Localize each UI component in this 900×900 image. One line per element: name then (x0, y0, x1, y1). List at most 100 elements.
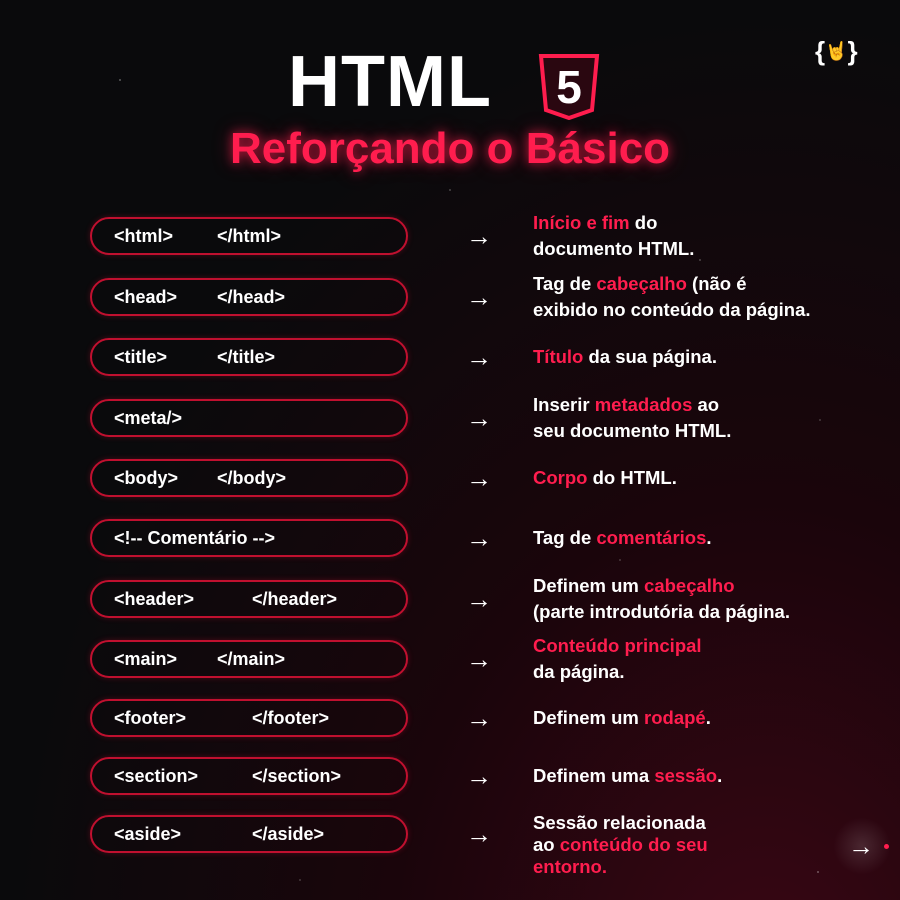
arrow-right-icon: → (466, 221, 492, 251)
tag-pill: <body> </body> (90, 459, 408, 497)
description-text: do (629, 212, 658, 233)
tag-pill: <title> </title> (90, 338, 408, 376)
description-line: Inserir metadados ao (533, 392, 731, 418)
description-text: documento HTML. (533, 238, 695, 259)
highlighted-text: Título (533, 346, 584, 367)
tag-description: Sessão relacionada ao conteúdo do seu ento… (533, 812, 708, 878)
highlighted-text: cabeçalho (644, 575, 735, 596)
tag-description: Início e fim do documento HTML. (533, 210, 694, 262)
description-text: ao (533, 834, 560, 855)
opening-tag: <header> (114, 588, 195, 609)
opening-tag: <title> (114, 346, 168, 367)
description-text: . (705, 707, 711, 728)
tag-pill: <header> </header> (90, 580, 408, 618)
description-text: Sessão relacionada (533, 812, 706, 833)
opening-tag: <head> (114, 286, 178, 307)
opening-tag: <body> (114, 467, 179, 488)
arrow-right-icon: → (466, 703, 492, 733)
tag-description: Definem uma sessão. (533, 763, 722, 789)
page-subtitle: Reforçando o Básico (229, 124, 671, 173)
description-line: exibido no conteúdo da página. (533, 297, 811, 323)
highlighted-text: conteúdo do seu (559, 834, 708, 855)
opening-tag: <meta/> (114, 407, 183, 428)
closing-tag: </aside> (252, 823, 325, 844)
description-text: Inserir (533, 394, 595, 415)
description-text: do HTML. (587, 467, 677, 488)
tag-pill: <footer> </footer> (90, 699, 408, 737)
description-line: da página. (533, 659, 702, 685)
description-line: Tag de cabeçalho (não é (533, 271, 811, 297)
tag-pill: <aside> </aside> (90, 815, 408, 853)
description-text: da sua página. (583, 346, 717, 367)
description-line: Definem um rodapé. (533, 705, 711, 731)
arrow-right-icon: → (466, 463, 492, 493)
tag-pill: <!-- Comentário --> (90, 519, 408, 557)
arrow-right-icon: → (466, 523, 492, 553)
highlighted-text: rodapé (644, 707, 706, 728)
description-line: Tag de comentários. (533, 525, 712, 551)
highlighted-text: metadados (594, 394, 693, 415)
description-text: . (717, 765, 723, 786)
closing-tag: </title> (217, 346, 276, 367)
arrow-right-icon: → (466, 282, 492, 312)
description-line: ao conteúdo do seu (533, 834, 708, 856)
description-line: seu documento HTML. (533, 418, 731, 444)
description-text: Tag de (533, 527, 597, 548)
description-line: documento HTML. (533, 236, 694, 262)
tag-description: Definem um rodapé. (533, 705, 711, 731)
tag-description: Tag de cabeçalho (não é exibido no conteú… (533, 271, 811, 323)
description-text: Definem um (533, 707, 645, 728)
closing-tag: </head> (217, 286, 286, 307)
arrow-right-icon: → (466, 403, 492, 433)
tag-description: Corpo do HTML. (533, 465, 677, 491)
closing-tag: </main> (217, 648, 286, 669)
dot-icon (884, 844, 889, 849)
description-text: exibido no conteúdo da página. (533, 299, 811, 320)
brand-logo: {🤘} (815, 36, 858, 66)
highlighted-text: Conteúdo principal (533, 635, 702, 656)
description-text: da página. (533, 661, 625, 682)
opening-tag: <footer> (114, 707, 187, 728)
description-text: Tag de (533, 273, 597, 294)
opening-tag: <html> (114, 225, 174, 246)
description-line: Definem uma sessão. (533, 763, 722, 789)
arrow-right-icon: → (466, 761, 492, 791)
tag-pill: <section> </section> (90, 757, 408, 795)
tag-pill: <meta/> (90, 399, 408, 437)
description-text: ao (692, 394, 720, 415)
arrow-right-icon: → (466, 644, 492, 674)
description-text: seu documento HTML. (533, 420, 732, 441)
arrow-right-icon: → (466, 342, 492, 372)
description-line: Início e fim do (533, 210, 694, 236)
tag-description: Conteúdo principal da página. (533, 633, 702, 685)
description-line: Conteúdo principal (533, 633, 702, 659)
html5-badge-number: 5 (556, 61, 582, 113)
description-text: . (706, 527, 712, 548)
highlighted-text: cabeçalho (596, 273, 687, 294)
tag-pill: <head> </head> (90, 278, 408, 316)
tag-pill: <main> </main> (90, 640, 408, 678)
closing-tag: </section> (252, 765, 342, 786)
tag-description: Título da sua página. (533, 344, 717, 370)
opening-tag: <section> (114, 765, 199, 786)
highlighted-text: sessão (654, 765, 718, 786)
description-line: Corpo do HTML. (533, 465, 677, 491)
closing-tag: </body> (217, 467, 287, 488)
description-text: (parte introdutória da página. (533, 601, 790, 622)
next-slide-button[interactable]: → (832, 818, 892, 874)
rock-hand-icon: 🤘 (825, 41, 848, 61)
tag-description: Inserir metadados ao seu documento HTML. (533, 392, 731, 444)
html5-shield-icon: 5 (538, 54, 600, 120)
highlighted-text: comentários (596, 527, 707, 548)
description-line: (parte introdutória da página. (533, 599, 790, 625)
arrow-right-icon: → (466, 819, 492, 849)
description-line: Sessão relacionada (533, 812, 708, 834)
arrow-right-icon: → (848, 831, 874, 861)
description-line: Título da sua página. (533, 344, 717, 370)
closing-tag: </header> (252, 588, 338, 609)
tag-description: Definem um cabeçalho (parte introdutória … (533, 573, 790, 625)
description-text: Definem um (533, 575, 645, 596)
highlighted-text: entorno. (533, 856, 607, 877)
opening-tag: <aside> (114, 823, 182, 844)
opening-tag: <main> (114, 648, 178, 669)
